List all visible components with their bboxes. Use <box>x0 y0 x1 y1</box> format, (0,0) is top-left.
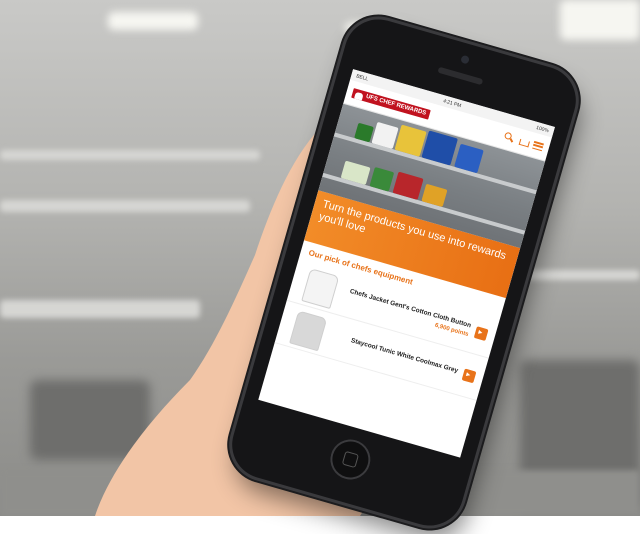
home-button[interactable] <box>325 434 376 485</box>
product-image <box>283 306 331 352</box>
cart-icon[interactable] <box>517 136 529 148</box>
chevron-right-icon[interactable] <box>473 325 489 341</box>
carrier: BELL <box>355 72 369 83</box>
search-icon[interactable] <box>503 132 515 144</box>
product-image <box>296 264 344 310</box>
menu-icon[interactable] <box>532 140 544 152</box>
camera <box>460 54 471 65</box>
speaker <box>437 66 484 86</box>
chevron-right-icon[interactable] <box>461 368 477 383</box>
product-points <box>326 339 457 376</box>
battery: 100% <box>535 124 550 134</box>
